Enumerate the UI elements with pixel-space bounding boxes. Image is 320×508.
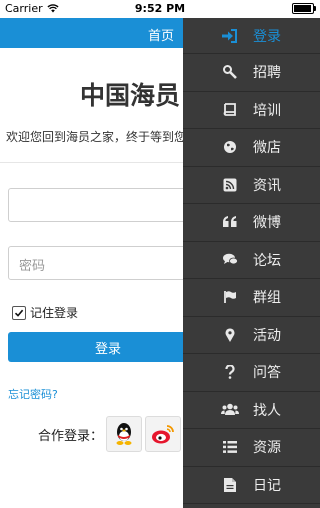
menu-label-training: 培训 — [253, 102, 281, 119]
map-marker-icon — [221, 326, 239, 344]
menu-item-training[interactable]: 培训 — [183, 92, 320, 129]
checkmark-icon — [14, 309, 24, 317]
menu-label-shop: 微店 — [253, 140, 281, 157]
globe-icon — [221, 138, 239, 156]
home-link[interactable]: 首页 — [148, 25, 174, 44]
rss-icon — [221, 176, 239, 194]
status-bar: Carrier 9:52 PM — [0, 0, 320, 18]
divider — [0, 162, 190, 163]
menu-item-find-people[interactable]: 找人 — [183, 392, 320, 429]
forgot-password-link[interactable]: 忘记密码? — [8, 386, 58, 402]
side-drawer: 登录 招聘 培训 微店 资讯 微博 论坛 群组 活动 问答 找人 资源 日记 — [183, 18, 320, 508]
menu-item-qa[interactable]: 问答 — [183, 354, 320, 392]
quote-icon — [221, 213, 239, 231]
menu-label-events: 活动 — [253, 327, 281, 344]
comments-icon — [221, 251, 239, 269]
app-screen: Carrier 9:52 PM 首页 中国海员 欢迎您回到海员之家，终于等到您 … — [0, 0, 320, 508]
third-party-login-label: 合作登录： — [38, 429, 104, 444]
menu-item-recruit[interactable]: 招聘 — [183, 54, 320, 92]
username-input[interactable] — [8, 188, 208, 222]
menu-label-groups: 群组 — [253, 290, 281, 307]
sign-in-icon — [221, 27, 239, 45]
menu-item-events[interactable]: 活动 — [183, 317, 320, 354]
menu-label-login: 登录 — [253, 28, 281, 45]
status-time: 9:52 PM — [134, 2, 186, 15]
top-bar: 首页 — [0, 18, 190, 48]
login-button[interactable]: 登录 — [8, 332, 208, 362]
menu-item-groups[interactable]: 群组 — [183, 279, 320, 317]
menu-label-diary: 日记 — [253, 477, 281, 494]
menu-label-weibo: 微博 — [253, 215, 281, 232]
menu-item-forum[interactable]: 论坛 — [183, 242, 320, 279]
menu-label-qa: 问答 — [253, 365, 281, 382]
list-icon — [221, 438, 239, 456]
remember-checkbox[interactable] — [12, 305, 26, 320]
question-icon — [221, 363, 239, 381]
menu-item-login[interactable]: 登录 — [183, 18, 320, 54]
welcome-text: 欢迎您回到海员之家，终于等到您 — [6, 130, 187, 144]
book-icon — [221, 101, 239, 119]
menu-label-resources: 资源 — [253, 440, 281, 457]
menu-item-news[interactable]: 资讯 — [183, 167, 320, 204]
flag-icon — [221, 288, 239, 306]
menu-item-resources[interactable]: 资源 — [183, 429, 320, 467]
file-icon — [221, 476, 239, 494]
menu-item-shop[interactable]: 微店 — [183, 129, 320, 167]
password-input[interactable]: 密码 — [8, 246, 208, 280]
weibo-login-button[interactable] — [145, 416, 181, 452]
menu-item-weibo[interactable]: 微博 — [183, 204, 320, 242]
menu-label-find-people: 找人 — [253, 402, 281, 419]
remember-label: 记住登录 — [30, 306, 79, 320]
qq-login-button[interactable] — [106, 416, 142, 452]
menu-label-forum: 论坛 — [253, 252, 281, 269]
battery-icon — [292, 3, 316, 14]
remember-login[interactable]: 记住登录 — [12, 304, 78, 321]
menu-label-recruit: 招聘 — [253, 65, 281, 82]
users-icon — [221, 401, 239, 419]
page-title: 中国海员 — [80, 81, 181, 110]
weibo-icon — [152, 425, 174, 444]
menu-item-diary[interactable]: 日记 — [183, 467, 320, 504]
qq-icon — [116, 423, 132, 445]
menu-label-news: 资讯 — [253, 177, 281, 194]
wrench-icon — [221, 63, 239, 81]
